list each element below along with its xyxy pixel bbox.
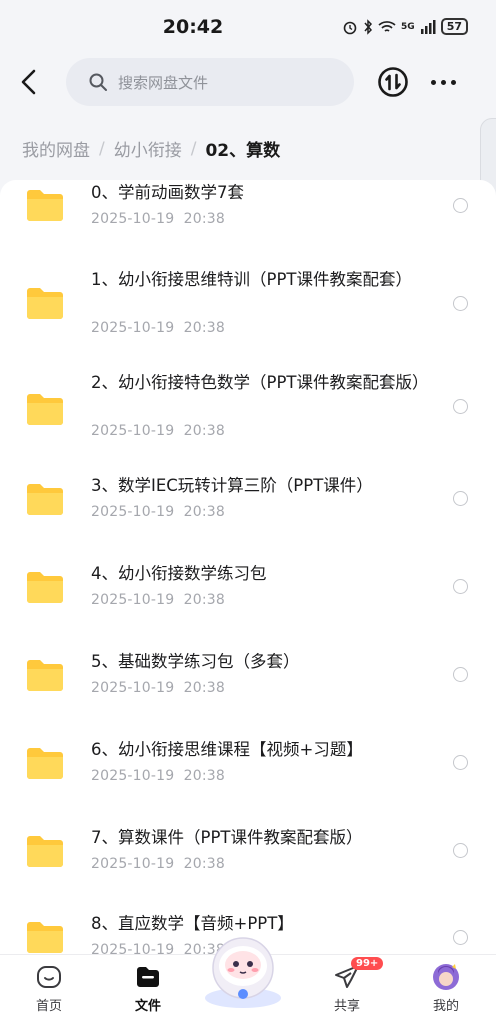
select-radio[interactable]	[453, 491, 468, 506]
bluetooth-icon	[364, 18, 373, 35]
select-radio[interactable]	[453, 843, 468, 858]
breadcrumb-separator: /	[99, 138, 105, 159]
list-item[interactable]: 3、数学IEC玩转计算三阶（PPT课件） 2025-10-19 20:38	[0, 472, 496, 560]
status-bar: 20:42 5G 57	[0, 0, 496, 56]
nav-home[interactable]: 首页	[19, 963, 79, 1014]
file-name: 1、幼小衔接思维特训（PPT课件教案配套）	[91, 270, 412, 289]
share-badge: 99+	[351, 957, 384, 970]
list-item[interactable]: 2、幼小衔接特色数学（PPT课件教案配套版） 2025-10-19 20:38	[0, 368, 496, 472]
breadcrumb-current: 02、算数	[205, 141, 281, 161]
status-icons: 5G 57	[342, 18, 468, 35]
file-name: 7、算数课件（PPT课件教案配套版）	[91, 828, 363, 847]
mascot-assistant-icon[interactable]	[200, 928, 286, 1010]
file-list: 0、学前动画数学7套 2025-10-19 20:38 1、幼小衔接思维特训（P…	[0, 180, 496, 954]
file-date: 2025-10-19 20:38	[91, 680, 226, 696]
file-date: 2025-10-19 20:38	[91, 856, 226, 872]
status-time: 20:42	[162, 16, 224, 38]
nav-share[interactable]: 99+ 共享	[317, 957, 384, 1014]
search-input[interactable]: 搜索网盘文件	[66, 58, 354, 106]
list-item[interactable]: 7、算数课件（PPT课件教案配套版） 2025-10-19 20:38	[0, 824, 496, 912]
list-item[interactable]: 4、幼小衔接数学练习包 2025-10-19 20:38	[0, 560, 496, 648]
folder-icon	[27, 836, 63, 867]
more-dot-icon	[451, 79, 456, 85]
select-radio[interactable]	[453, 296, 468, 311]
folder-icon	[27, 288, 63, 319]
file-date: 2025-10-19 20:38	[91, 320, 226, 336]
select-radio[interactable]	[453, 930, 468, 945]
file-name: 4、幼小衔接数学练习包	[91, 564, 267, 583]
list-item[interactable]: 6、幼小衔接思维课程【视频+习题】 2025-10-19 20:38	[0, 736, 496, 824]
search-icon	[89, 73, 107, 91]
folder-icon	[27, 922, 63, 953]
file-name: 6、幼小衔接思维课程【视频+习题】	[91, 740, 363, 759]
breadcrumb: 我的网盘 / 幼小衔接 / 02、算数	[22, 136, 281, 162]
nav-files[interactable]: 文件	[118, 963, 178, 1014]
file-name: 5、基础数学练习包（多套）	[91, 652, 300, 671]
more-dot-icon	[431, 79, 436, 85]
breadcrumb-item-my-drive[interactable]: 我的网盘	[22, 136, 90, 161]
sort-icon	[378, 67, 408, 97]
nav-me-label: 我的	[432, 999, 459, 1014]
network-type: 5G	[401, 21, 415, 32]
folder-icon	[27, 190, 63, 221]
more-options-button[interactable]	[431, 72, 461, 92]
file-date: 2025-10-19 20:38	[91, 423, 226, 439]
folder-icon	[27, 660, 63, 691]
file-date: 2025-10-19 20:38	[91, 768, 226, 784]
battery-indicator: 57	[440, 18, 468, 35]
list-item[interactable]: 1、幼小衔接思维特训（PPT课件教案配套） 2025-10-19 20:38	[0, 268, 496, 368]
file-date: 2025-10-19 20:38	[91, 592, 226, 608]
folder-icon	[27, 394, 63, 425]
select-radio[interactable]	[453, 579, 468, 594]
file-name: 2、幼小衔接特色数学（PPT课件教案配套版）	[91, 373, 429, 392]
sort-button[interactable]	[377, 66, 409, 98]
folder-icon	[27, 748, 63, 779]
back-arrow-icon	[21, 69, 36, 95]
select-radio[interactable]	[453, 755, 468, 770]
files-icon	[137, 967, 159, 987]
folder-icon	[27, 572, 63, 603]
select-radio[interactable]	[453, 399, 468, 414]
nav-me[interactable]: 我的	[416, 963, 476, 1014]
breadcrumb-item-parent[interactable]: 幼小衔接	[114, 136, 182, 161]
list-item[interactable]: 0、学前动画数学7套 2025-10-19 20:38	[0, 180, 496, 268]
select-radio[interactable]	[453, 667, 468, 682]
more-dot-icon	[441, 79, 446, 85]
file-date: 2025-10-19 20:38	[91, 211, 226, 227]
nav-home-label: 首页	[35, 999, 62, 1014]
signal-icon	[420, 19, 436, 34]
home-icon	[37, 966, 61, 988]
back-button[interactable]	[14, 66, 46, 98]
nav-files-label: 文件	[134, 999, 161, 1014]
alarm-icon	[343, 21, 357, 34]
avatar	[433, 964, 459, 990]
search-placeholder: 搜索网盘文件	[118, 73, 209, 92]
nav-share-label: 共享	[333, 999, 360, 1014]
file-name: 0、学前动画数学7套	[91, 183, 244, 202]
breadcrumb-separator: /	[190, 138, 197, 159]
file-name: 3、数学IEC玩转计算三阶（PPT课件）	[91, 476, 373, 495]
list-item[interactable]: 5、基础数学练习包（多套） 2025-10-19 20:38	[0, 648, 496, 736]
folder-icon	[27, 484, 63, 515]
file-date: 2025-10-19 20:38	[91, 504, 226, 520]
select-radio[interactable]	[453, 198, 468, 213]
wifi-icon	[378, 20, 396, 32]
